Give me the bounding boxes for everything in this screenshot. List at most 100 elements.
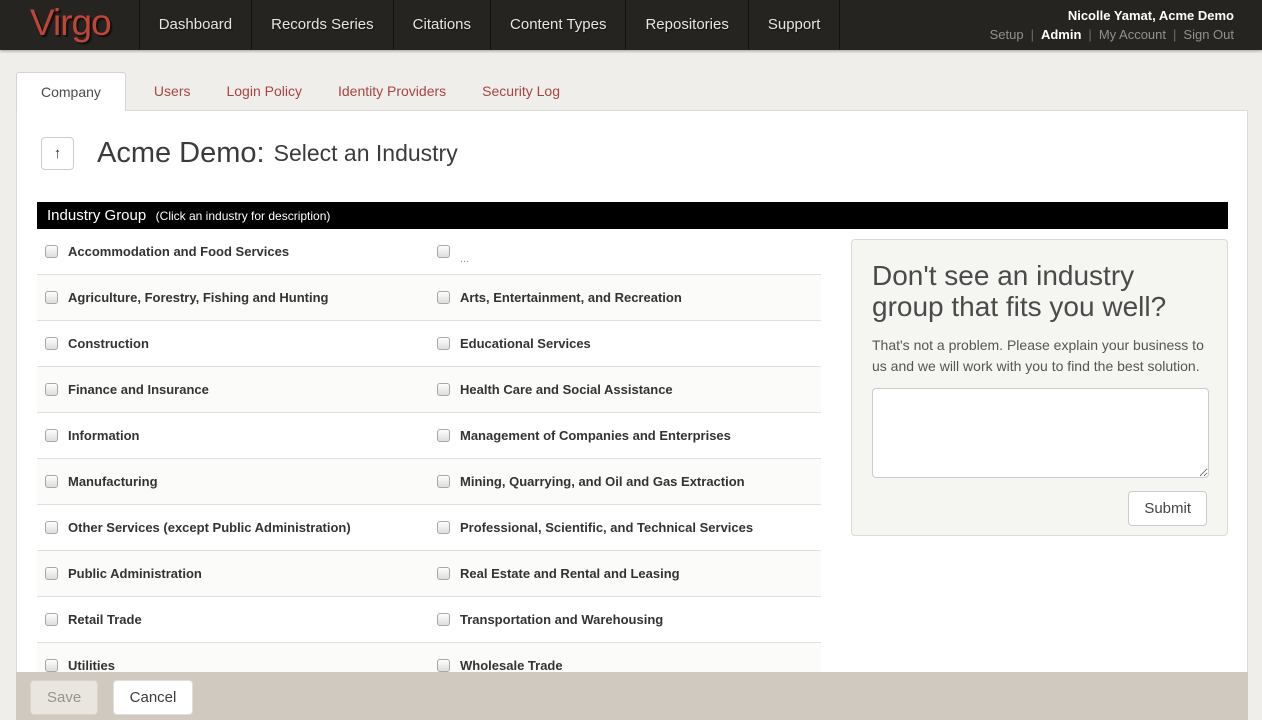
- industry-row: Construction Educational Services: [37, 321, 821, 367]
- content-panel: ↑ Acme Demo: Select an Industry Industry…: [16, 110, 1248, 720]
- industry-checkbox[interactable]: [45, 429, 58, 442]
- suggestion-actions: Submit: [872, 491, 1207, 526]
- tab-users[interactable]: Users: [136, 72, 209, 111]
- industry-checkbox[interactable]: [437, 383, 450, 396]
- industry-checkbox[interactable]: [437, 291, 450, 304]
- industry-label-information[interactable]: Information: [68, 428, 140, 443]
- nav-item-dashboard[interactable]: Dashboard: [139, 0, 252, 50]
- industry-checkbox[interactable]: [45, 337, 58, 350]
- industry-cell-left: Accommodation and Food Services: [37, 229, 429, 274]
- industry-row: Other Services (except Public Administra…: [37, 505, 821, 551]
- industry-checkbox[interactable]: [45, 383, 58, 396]
- industry-label-other-services-except-public-administration[interactable]: Other Services (except Public Administra…: [68, 520, 351, 535]
- up-arrow-button[interactable]: ↑: [41, 137, 74, 170]
- cancel-button[interactable]: Cancel: [113, 680, 194, 715]
- industry-cell-right: Transportation and Warehousing: [429, 597, 821, 642]
- admin-tabs: Company UsersLogin PolicyIdentity Provide…: [16, 72, 578, 111]
- industry-row: Information Management of Companies and E…: [37, 413, 821, 459]
- industry-table: Accommodation and Food Services... Agricu…: [37, 229, 821, 689]
- nav-link-admin[interactable]: Admin: [1041, 27, 1081, 42]
- industry-cell-left: Retail Trade: [37, 597, 429, 642]
- tab-company[interactable]: Company: [16, 72, 126, 111]
- industry-label-health-care-and-social-assistance[interactable]: Health Care and Social Assistance: [460, 382, 673, 397]
- industry-label-manufacturing[interactable]: Manufacturing: [68, 474, 158, 489]
- page-subtitle: Select an Industry: [274, 140, 458, 167]
- industry-checkbox[interactable]: [437, 475, 450, 488]
- tab-security-log[interactable]: Security Log: [464, 72, 578, 111]
- industry-label-retail-trade[interactable]: Retail Trade: [68, 612, 142, 627]
- industry-label-construction[interactable]: Construction: [68, 336, 149, 351]
- industry-cell-right: Educational Services: [429, 321, 821, 366]
- industry-cell-right: ...: [429, 229, 821, 274]
- industry-cell-left: Construction: [37, 321, 429, 366]
- industry-cell-left: Information: [37, 413, 429, 458]
- nav-link-sign-out[interactable]: Sign Out: [1183, 27, 1234, 42]
- industry-label-professional-scientific-and-technical-services[interactable]: Professional, Scientific, and Technical …: [460, 520, 753, 535]
- nav-link-my-account[interactable]: My Account: [1099, 27, 1166, 42]
- up-arrow-icon: ↑: [54, 145, 62, 162]
- industry-cell-right: Real Estate and Rental and Leasing: [429, 551, 821, 596]
- submit-button[interactable]: Submit: [1128, 491, 1207, 526]
- industry-cell-right: Management of Companies and Enterprises: [429, 413, 821, 458]
- suggestion-heading: Don't see an industry group that fits yo…: [872, 260, 1207, 323]
- industry-row: Accommodation and Food Services...: [37, 229, 821, 275]
- industry-label-management-of-companies-and-enterprises[interactable]: Management of Companies and Enterprises: [460, 428, 731, 443]
- industry-label-arts-entertainment-and-recreation[interactable]: Arts, Entertainment, and Recreation: [460, 290, 682, 305]
- industry-cell-right: Mining, Quarrying, and Oil and Gas Extra…: [429, 459, 821, 504]
- industry-cell-right: Professional, Scientific, and Technical …: [429, 505, 821, 550]
- industry-label-finance-and-insurance[interactable]: Finance and Insurance: [68, 382, 209, 397]
- industry-checkbox[interactable]: [437, 337, 450, 350]
- industry-label-public-administration[interactable]: Public Administration: [68, 566, 202, 581]
- suggestion-body: That's not a problem. Please explain you…: [872, 335, 1207, 377]
- industry-checkbox[interactable]: [437, 245, 450, 258]
- nav-item-citations[interactable]: Citations: [394, 0, 491, 50]
- top-navbar: Virgo DashboardRecords SeriesCitationsCo…: [0, 0, 1262, 50]
- industry-label-wholesale-trade[interactable]: Wholesale Trade: [460, 658, 563, 673]
- industry-group-header: Industry Group (Click an industry for de…: [37, 202, 1228, 229]
- footer-bar: Save Cancel: [16, 672, 1248, 720]
- industry-label-accommodation-and-food-services[interactable]: Accommodation and Food Services: [68, 244, 289, 259]
- industry-label-utilities[interactable]: Utilities: [68, 658, 115, 673]
- save-button[interactable]: Save: [30, 680, 98, 715]
- industry-cell-left: Agriculture, Forestry, Fishing and Hunti…: [37, 275, 429, 320]
- industry-label-transportation-and-warehousing[interactable]: Transportation and Warehousing: [460, 612, 663, 627]
- industry-checkbox[interactable]: [437, 659, 450, 672]
- industry-checkbox[interactable]: [437, 521, 450, 534]
- industry-checkbox[interactable]: [437, 567, 450, 580]
- user-name: Nicolle Yamat, Acme Demo: [990, 8, 1234, 23]
- industry-checkbox[interactable]: [45, 521, 58, 534]
- nav-link-separator: |: [1031, 27, 1034, 42]
- nav-links: Setup | Admin | My Account | Sign Out: [990, 27, 1234, 42]
- industry-cell-left: Other Services (except Public Administra…: [37, 505, 429, 550]
- industry-label-real-estate-and-rental-and-leasing[interactable]: Real Estate and Rental and Leasing: [460, 566, 680, 581]
- industry-label-agriculture-forestry-fishing-and-hunting[interactable]: Agriculture, Forestry, Fishing and Hunti…: [68, 290, 329, 305]
- industry-group-title: Industry Group: [47, 207, 146, 224]
- industry-checkbox[interactable]: [45, 659, 58, 672]
- industry-label-mining-quarrying-and-oil-and-gas-extraction[interactable]: Mining, Quarrying, and Oil and Gas Extra…: [460, 474, 745, 489]
- industry-checkbox[interactable]: [437, 429, 450, 442]
- nav-item-support[interactable]: Support: [749, 0, 841, 50]
- nav-link-setup[interactable]: Setup: [990, 27, 1024, 42]
- industry-checkbox[interactable]: [45, 291, 58, 304]
- industry-row: Agriculture, Forestry, Fishing and Hunti…: [37, 275, 821, 321]
- industry-label-[interactable]: ...: [460, 253, 469, 265]
- nav-item-records-series[interactable]: Records Series: [252, 0, 394, 50]
- nav-items: DashboardRecords SeriesCitationsContent …: [139, 0, 841, 50]
- virgo-logo[interactable]: Virgo: [0, 0, 139, 50]
- nav-item-content-types[interactable]: Content Types: [491, 0, 626, 50]
- nav-link-separator: |: [1173, 27, 1176, 42]
- nav-user-block: Nicolle Yamat, Acme Demo Setup | Admin | My …: [990, 8, 1234, 42]
- industry-checkbox[interactable]: [45, 613, 58, 626]
- industry-checkbox[interactable]: [437, 613, 450, 626]
- industry-label-educational-services[interactable]: Educational Services: [460, 336, 591, 351]
- page-title: Acme Demo:: [97, 137, 265, 170]
- industry-checkbox[interactable]: [45, 567, 58, 580]
- suggestion-textarea[interactable]: [872, 388, 1209, 478]
- tab-identity-providers[interactable]: Identity Providers: [320, 72, 464, 111]
- nav-item-repositories[interactable]: Repositories: [626, 0, 748, 50]
- nav-link-separator: |: [1088, 27, 1091, 42]
- industry-checkbox[interactable]: [45, 245, 58, 258]
- industry-checkbox[interactable]: [45, 475, 58, 488]
- industry-cell-right: Arts, Entertainment, and Recreation: [429, 275, 821, 320]
- tab-login-policy[interactable]: Login Policy: [208, 72, 320, 111]
